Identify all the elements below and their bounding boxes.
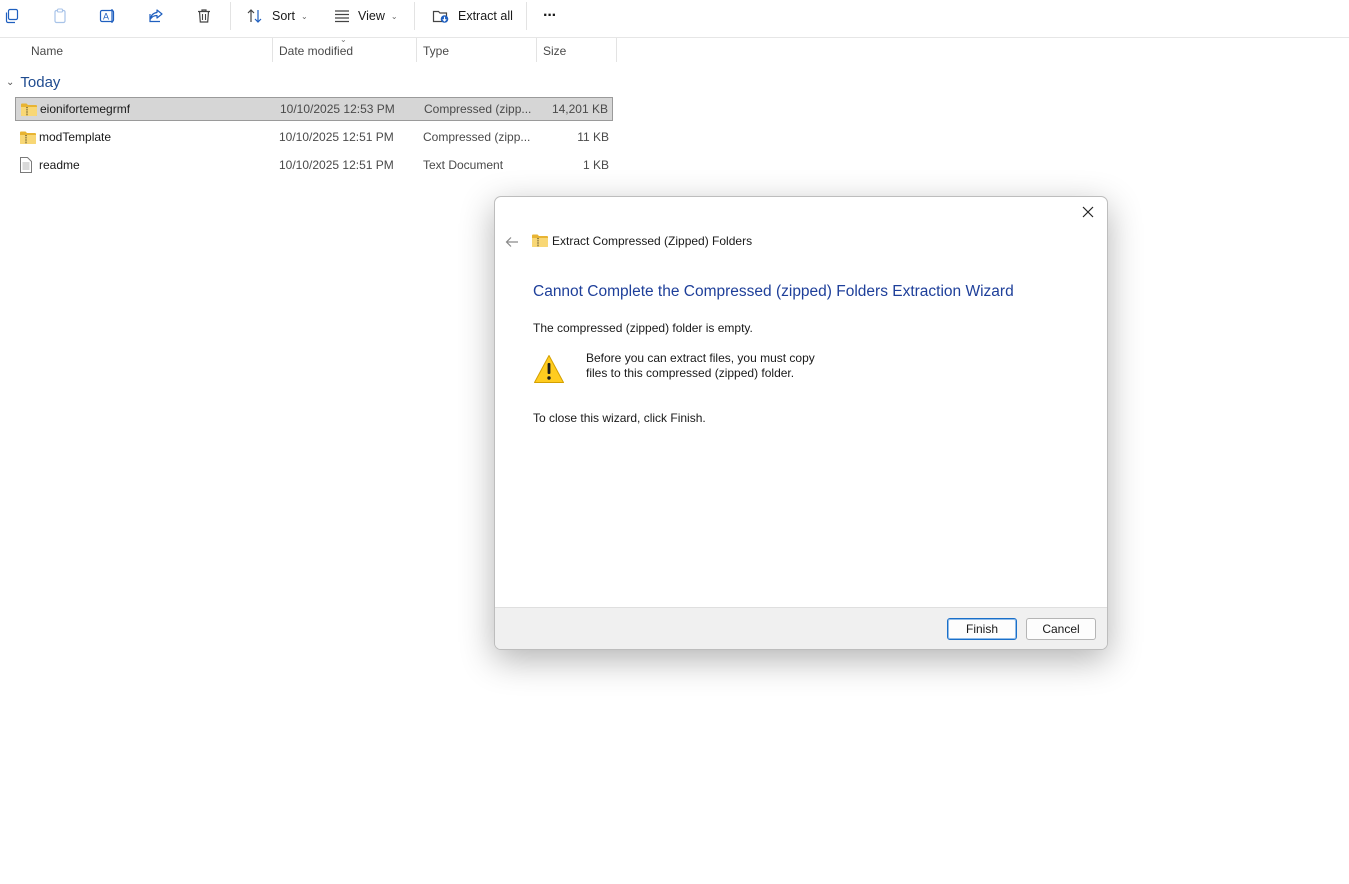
delete-icon[interactable] [192,4,216,28]
file-name: readme [39,158,80,172]
column-date-label: Date modified [279,44,354,58]
svg-text:A: A [103,12,109,22]
file-size: 11 KB [577,130,609,144]
command-bar: A Sort ⌄ View ⌄ Extract all ··· [0,0,1349,32]
dialog-title: Extract Compressed (Zipped) Folders [552,234,753,248]
file-row[interactable]: eionifortemegrmf 10/10/2025 12:53 PM Com… [15,97,613,121]
extract-all-button[interactable]: Extract all [432,4,513,28]
column-header-name[interactable]: Name [25,40,273,62]
rename-icon[interactable]: A [96,4,120,28]
warning-line-1: Before you can extract files, you must c… [586,351,815,365]
file-date: 10/10/2025 12:51 PM [279,158,394,172]
file-row[interactable]: readme 10/10/2025 12:51 PM Text Document… [15,154,613,178]
view-icon [334,9,350,23]
file-type: Text Document [423,158,504,172]
zip-folder-icon [531,233,549,249]
group-header-today[interactable]: ⌄ Today [6,71,60,93]
zip-folder-icon [20,98,38,120]
copy-icon[interactable] [0,4,24,28]
column-header-type[interactable]: Type [417,40,536,62]
dialog-message: The compressed (zipped) folder is empty. [533,321,753,335]
toolbar-divider [414,2,415,30]
paste-icon[interactable] [48,4,72,28]
view-button[interactable]: View ⌄ [334,4,398,28]
file-name: modTemplate [39,130,112,144]
sort-label: Sort [272,9,295,23]
zip-folder-icon [19,126,37,148]
dialog-heading: Cannot Complete the Compressed (zipped) … [533,283,1014,300]
back-arrow-icon[interactable] [503,233,521,251]
dialog-footer: Finish Cancel [495,607,1107,649]
column-header-size[interactable]: Size [537,40,616,62]
column-size-label: Size [543,44,567,58]
sort-button[interactable]: Sort ⌄ [246,4,308,28]
chevron-down-icon: ⌄ [6,76,15,88]
column-type-label: Type [423,44,450,58]
more-options-button[interactable]: ··· [543,4,557,28]
warning-text: Before you can extract files, you must c… [586,351,846,381]
toolbar-divider-line [0,37,1349,38]
finish-button[interactable]: Finish [947,618,1017,640]
column-name-label: Name [31,44,64,58]
chevron-down-icon: ⌄ [390,11,398,21]
file-size: 1 KB [582,158,609,172]
sort-icon [246,8,264,24]
warning-line-2: files to this compressed (zipped) folder… [586,366,795,380]
extract-icon [432,8,450,24]
close-icon[interactable] [1077,201,1099,223]
chevron-down-icon: ⌄ [300,11,308,21]
cancel-button[interactable]: Cancel [1026,618,1096,640]
more-icon: ··· [543,7,557,24]
column-header-date[interactable]: Date modified [273,40,416,62]
share-icon[interactable] [144,4,168,28]
toolbar-divider [230,2,231,30]
toolbar-divider [526,2,527,30]
file-type: Compressed (zipp... [423,130,531,144]
file-date: 10/10/2025 12:53 PM [280,102,395,116]
extract-wizard-dialog: Extract Compressed (Zipped) Folders Cann… [494,196,1108,650]
warning-icon [533,353,565,385]
file-type: Compressed (zipp... [424,102,532,116]
group-label: Today [20,73,61,91]
column-resize-handle[interactable] [616,38,617,62]
file-row[interactable]: modTemplate 10/10/2025 12:51 PM Compress… [15,126,613,150]
dialog-instruction: To close this wizard, click Finish. [533,411,706,425]
file-size: 14,201 KB [551,102,608,116]
file-name: eionifortemegrmf [40,102,131,116]
file-date: 10/10/2025 12:51 PM [279,130,394,144]
text-document-icon [19,154,37,176]
view-label: View [358,9,385,23]
extract-all-label: Extract all [458,9,513,23]
